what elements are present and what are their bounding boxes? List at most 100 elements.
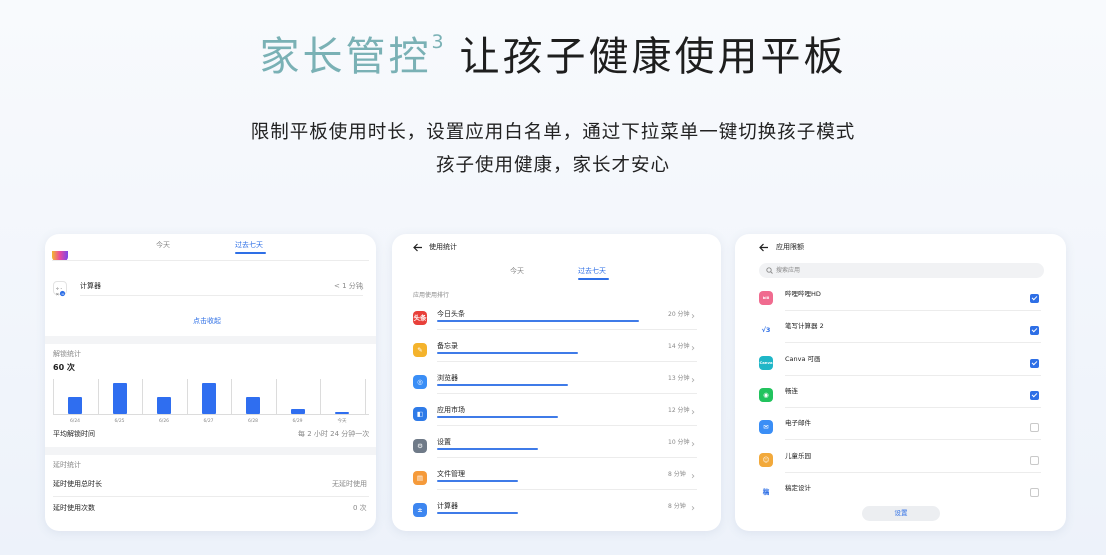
screen-app-limits: 应用限额 搜索应用 设置 bili 哔哩哔哩HD √3 笔写计算器 2 Canva Can… — [735, 234, 1066, 531]
divider — [785, 374, 1041, 376]
email-icon: ✉ — [759, 420, 773, 435]
app-name: 儿童乐园 — [785, 451, 811, 460]
app-usage-time: 10 分钟 — [668, 439, 690, 446]
divider — [785, 406, 1041, 408]
tab-today[interactable]: 今天 — [510, 267, 524, 276]
screen-usage-stats: 使用统计 今天 过去七天 应用使用排行 头条 今日头条 20 分钟 › ✎ 备忘录 14 分… — [392, 234, 721, 531]
divider — [437, 361, 697, 362]
divider — [437, 489, 697, 490]
settings-button[interactable]: 设置 — [862, 506, 940, 521]
app-whitelist-checkbox[interactable] — [1030, 390, 1039, 400]
hero-title-rest: 让孩子健康使用平板 — [459, 34, 847, 80]
chart-axis — [53, 379, 54, 414]
app-market-icon: ◧ — [413, 407, 427, 421]
chart-bar-6 — [335, 412, 349, 414]
chevron-right-icon[interactable]: › — [691, 312, 695, 322]
chevron-right-icon[interactable]: › — [691, 376, 695, 386]
chart-bar-2 — [157, 396, 171, 414]
app-usage-time: 20 分钟 — [668, 311, 690, 318]
app-name: 浏览器 — [437, 374, 458, 382]
chevron-right-icon[interactable]: › — [691, 344, 695, 354]
divider — [785, 471, 1041, 473]
app-whitelist-checkbox[interactable] — [1030, 358, 1039, 368]
toutiao-icon: 头条 — [413, 311, 427, 325]
divider — [785, 310, 1041, 311]
delay-total-value: 无延时使用 — [332, 480, 367, 488]
app-whitelist-checkbox[interactable] — [1030, 487, 1039, 497]
kids-park-icon: ☺ — [759, 452, 773, 467]
app-name: 今日头条 — [437, 310, 465, 318]
arrow-left-icon[interactable] — [413, 243, 423, 252]
chart-tick-label: 6/27 — [203, 419, 214, 424]
delay-count-value: 0 次 — [353, 504, 367, 512]
usage-progress-bar — [437, 320, 639, 322]
bilibili-icon: bili — [759, 291, 773, 305]
hero-title-accent: 家长管控 — [259, 34, 432, 80]
avg-unlock-value: 每 2 小时 24 分钟一次 — [298, 430, 370, 438]
delay-total-label: 延时使用总时长 — [53, 480, 102, 488]
app-usage-time: 8 分钟 — [668, 471, 686, 478]
screen-usage-detail: 今天 过去七天 ÷ - × = 计算器 < 1 分钟 › 点击收起 解锁统计 60 次… — [45, 234, 376, 531]
chevron-right-icon[interactable]: › — [691, 504, 695, 514]
avg-unlock-label: 平均解锁时间 — [53, 430, 95, 438]
chart-bar-0 — [68, 396, 82, 414]
chart-bar-3 — [201, 382, 216, 414]
active-tab-indicator — [578, 278, 609, 280]
subtitle-line-1: 限制平板使用时长，设置应用白名单，通过下拉菜单一键切换孩子模式 — [250, 122, 856, 143]
chart-tick-label: 6/28 — [247, 419, 259, 424]
hero-title-superscript: 3 — [431, 31, 444, 53]
memo-icon: ✎ — [413, 343, 427, 357]
chevron-right-icon[interactable]: › — [691, 408, 695, 418]
app-whitelist-checkbox[interactable] — [1030, 423, 1039, 433]
app-usage-time: 12 分钟 — [668, 407, 690, 414]
hero-title: 家长管控3 让孩子健康使用平板 — [0, 14, 1106, 85]
app-name: Canva 可画 — [785, 354, 821, 363]
app-name: 电子邮件 — [785, 419, 811, 428]
changlian-icon: ◉ — [759, 387, 773, 402]
app-name: 哔哩哔哩HD — [785, 290, 821, 298]
arrow-left-icon[interactable] — [759, 243, 769, 252]
usage-progress-bar — [437, 448, 538, 450]
app-name: 文件管理 — [437, 470, 465, 478]
app-usage-time: 8 分钟 — [668, 503, 686, 510]
search-icon — [766, 267, 773, 274]
app-name: 备忘录 — [437, 342, 458, 350]
app-whitelist-checkbox[interactable] — [1030, 455, 1039, 465]
divider — [785, 439, 1041, 441]
app-name: 畅连 — [785, 386, 798, 395]
chart-tick-label: 6/25 — [114, 419, 125, 424]
section-title: 应用使用排行 — [413, 292, 450, 299]
chart-tick-label: 6/24 — [69, 419, 81, 424]
calculator-icon: ± — [413, 503, 427, 517]
app-whitelist-checkbox[interactable] — [1030, 326, 1039, 336]
search-input[interactable]: 搜索应用 — [759, 263, 1044, 278]
settings-icon: ⚙ — [413, 439, 427, 453]
chart-baseline — [53, 414, 369, 415]
divider — [437, 393, 697, 394]
usage-progress-bar — [437, 384, 569, 386]
usage-progress-bar — [437, 480, 518, 482]
chart-gridline — [364, 379, 366, 414]
chart-bar-5 — [290, 408, 305, 414]
app-usage-time: 14 分钟 — [668, 343, 690, 350]
chevron-right-icon[interactable]: › — [691, 472, 695, 482]
chart-tick-label: 今天 — [337, 419, 347, 424]
page-title: 应用限额 — [776, 243, 804, 251]
subtitle-line-2: 孩子使用健康，家长才安心 — [435, 155, 670, 176]
file-manager-icon: ▤ — [413, 471, 427, 485]
app-name: 笔写计算器 2 — [785, 322, 824, 331]
canva-icon: Canva — [759, 355, 773, 370]
chart-tick-label: 6/29 — [292, 419, 303, 424]
chart-bar-4 — [246, 396, 260, 414]
chart-gridline — [97, 379, 99, 414]
chart-bar-1 — [112, 382, 127, 414]
app-name: 应用市场 — [437, 406, 465, 414]
tab-past-seven-days[interactable]: 过去七天 — [578, 267, 606, 276]
app-whitelist-checkbox[interactable] — [1030, 294, 1039, 303]
chevron-right-icon[interactable]: › — [691, 440, 695, 450]
delay-section-title: 延时统计 — [53, 461, 81, 469]
chart-gridline — [186, 379, 188, 414]
divider — [53, 496, 369, 497]
section-gap — [45, 447, 376, 455]
chart-gridline — [142, 379, 143, 414]
